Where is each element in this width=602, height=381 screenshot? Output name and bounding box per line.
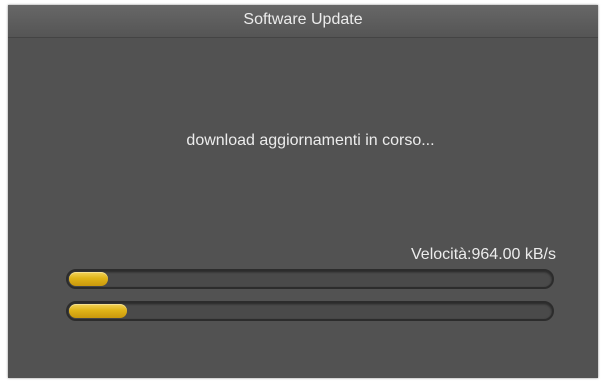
status-message: download aggiornamenti in corso... — [186, 132, 435, 149]
download-speed: Velocità:964.00 kB/s — [411, 246, 556, 264]
overall-progress-bar — [66, 301, 554, 321]
overall-progress-fill — [69, 304, 127, 318]
software-update-dialog: Software Update download aggiornamenti i… — [8, 5, 598, 378]
speed-label: Velocità: — [411, 246, 472, 263]
current-progress-bar — [66, 269, 554, 289]
title-bar: Software Update — [8, 5, 598, 38]
speed-value: 964.00 kB/s — [471, 246, 557, 263]
dialog-title: Software Update — [243, 11, 363, 28]
current-progress-fill — [69, 272, 108, 286]
